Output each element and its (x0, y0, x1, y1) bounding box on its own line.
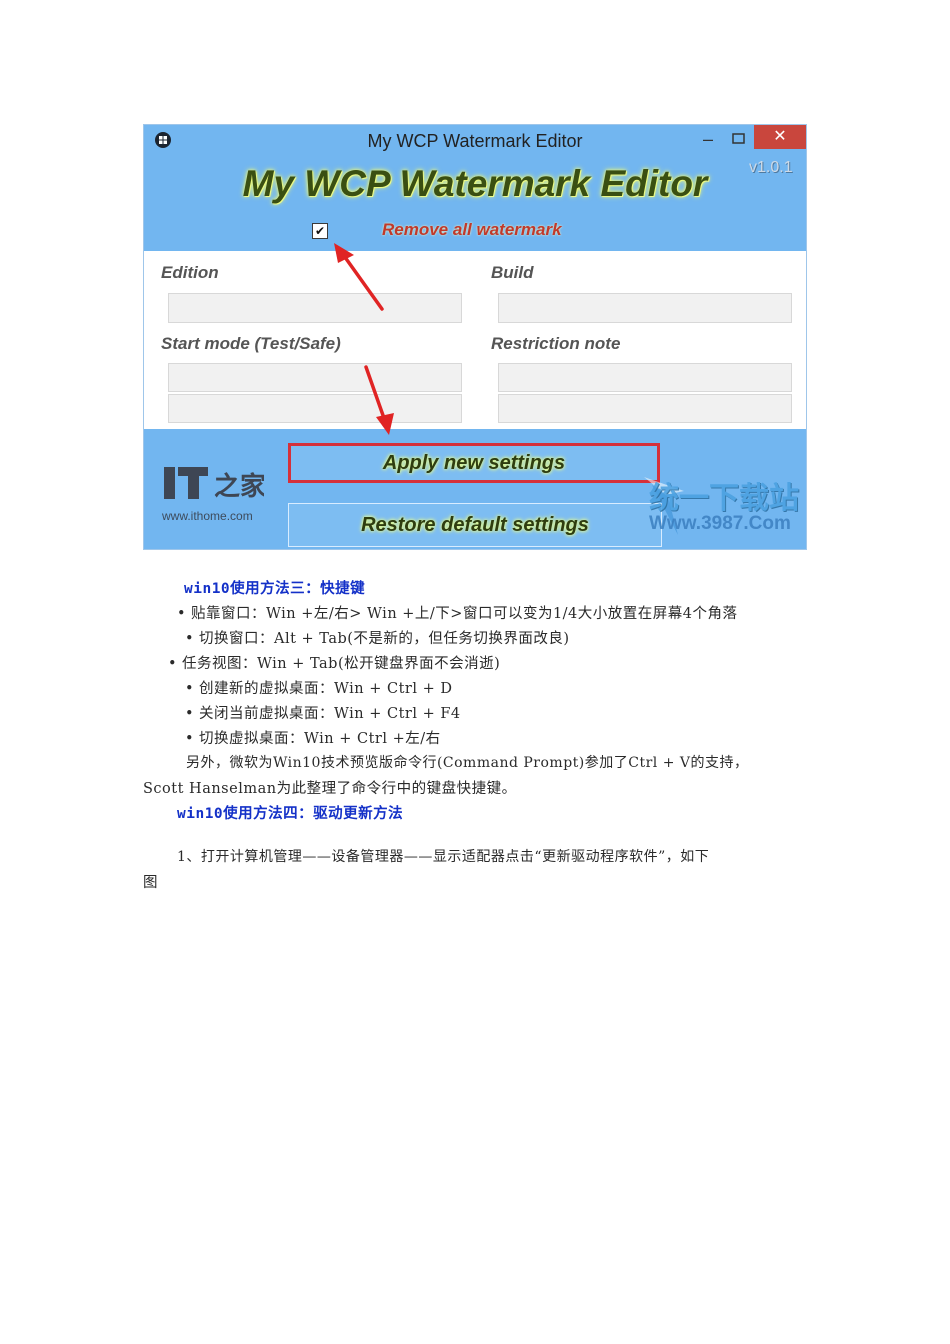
paragraph-line: 图 (143, 875, 158, 891)
restore-defaults-button[interactable]: Restore default settings (288, 503, 662, 547)
app-screenshot: My WCP Watermark Editor – ✕ My WCP Water… (143, 124, 807, 550)
list-item: 创建新的虚拟桌面：Win + Ctrl + D (185, 677, 452, 698)
apply-settings-button[interactable]: Apply new settings (288, 443, 660, 483)
restriction-note-label: Restriction note (491, 334, 621, 353)
list-item: 任务视图：Win + Tab(松开键盘界面不会消逝) (168, 652, 500, 673)
header-band: My WCP Watermark Editor v1.0.1 ✔ Remove … (144, 157, 806, 251)
paragraph-line: 另外，微软为Win10技术预览版命令行(Command Prompt)参加了Ct… (186, 755, 749, 771)
app-banner-title: My WCP Watermark Editor (242, 163, 708, 204)
watermark-site-url: Www.3987.Com (649, 513, 791, 534)
edition-label: Edition (161, 263, 219, 282)
restriction-note-input-1[interactable] (498, 363, 792, 392)
section-heading-4: win10使用方法四：驱动更新方法 (177, 806, 404, 822)
paragraph-line: 1、打开计算机管理——设备管理器——显示适配器点击“更新驱动程序软件”，如下 (177, 849, 710, 865)
list-item: 关闭当前虚拟桌面：Win + Ctrl + F4 (185, 702, 461, 723)
ithome-logo-icon: 之家 (164, 467, 264, 502)
close-button[interactable]: ✕ (754, 125, 806, 149)
maximize-button[interactable] (728, 129, 750, 151)
paragraph-line: Scott Hanselman为此整理了命令行中的键盘快捷键。 (143, 781, 517, 797)
list-item: 切换窗口：Alt + Tab(不是新的，但任务切换界面改良) (185, 627, 570, 648)
list-item: 切换虚拟桌面：Win + Ctrl +左/右 (185, 727, 441, 748)
svg-text:之家: 之家 (214, 471, 264, 502)
start-mode-input-1[interactable] (168, 363, 462, 392)
watermark-site-name: 统一下载站 (649, 481, 799, 516)
list-item: 贴靠窗口：Win +左/右> Win +上/下>窗口可以变为1/4大小放置在屏幕… (177, 602, 738, 623)
minimize-button[interactable]: – (696, 127, 720, 151)
start-mode-input-2[interactable] (168, 394, 462, 423)
arrow-to-checkbox-icon (334, 243, 384, 311)
arrow-to-apply-icon (364, 365, 394, 435)
edition-input[interactable] (168, 293, 462, 323)
footer-band: 之家 www.ithome.com Apply new settings Res… (144, 429, 806, 549)
title-bar: My WCP Watermark Editor – ✕ (144, 125, 806, 157)
build-input[interactable] (498, 293, 792, 323)
version-label: v1.0.1 (749, 159, 793, 176)
restriction-note-input-2[interactable] (498, 394, 792, 423)
start-mode-label: Start mode (Test/Safe) (161, 334, 341, 353)
ithome-url: www.ithome.com (162, 509, 253, 523)
remove-watermark-label: Remove all watermark (382, 220, 562, 239)
remove-watermark-checkbox[interactable]: ✔ (312, 223, 328, 239)
section-heading-3: win10使用方法三：快捷键 (184, 581, 366, 597)
build-label: Build (491, 263, 534, 282)
